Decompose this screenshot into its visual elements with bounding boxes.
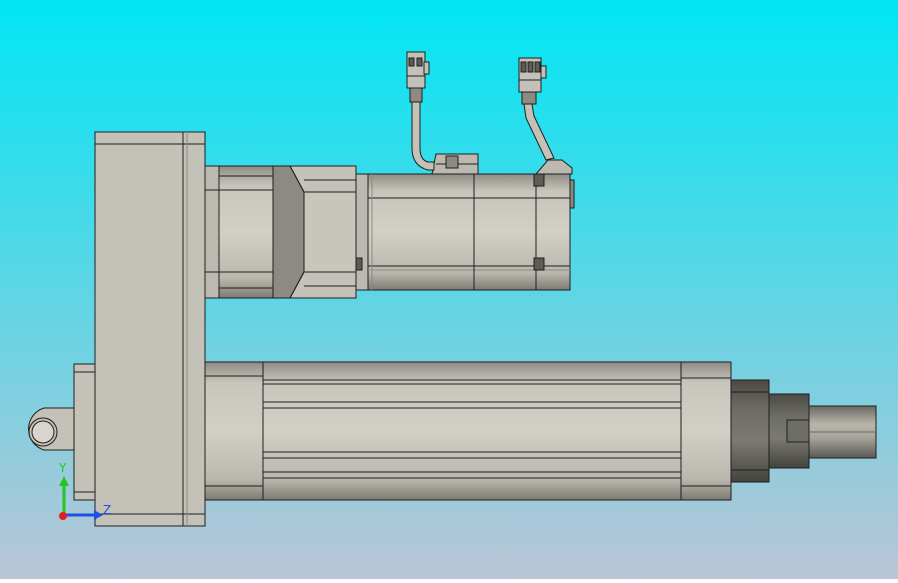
triad-label-z: Z — [103, 503, 111, 517]
rod-end-collar[interactable] — [730, 379, 810, 483]
gear-housing[interactable] — [94, 131, 206, 527]
piston-rod[interactable] — [808, 405, 877, 459]
motor-adapter[interactable] — [204, 165, 274, 299]
cad-canvas[interactable]: Y Z — [0, 0, 898, 579]
motor-gearbox[interactable] — [272, 165, 369, 299]
cad-viewport[interactable]: Y Z — [0, 0, 898, 579]
servo-motor[interactable] — [367, 153, 575, 291]
actuator-body[interactable] — [204, 361, 732, 501]
triad-label-y: Y — [58, 461, 67, 475]
x-axis-origin — [59, 512, 67, 520]
